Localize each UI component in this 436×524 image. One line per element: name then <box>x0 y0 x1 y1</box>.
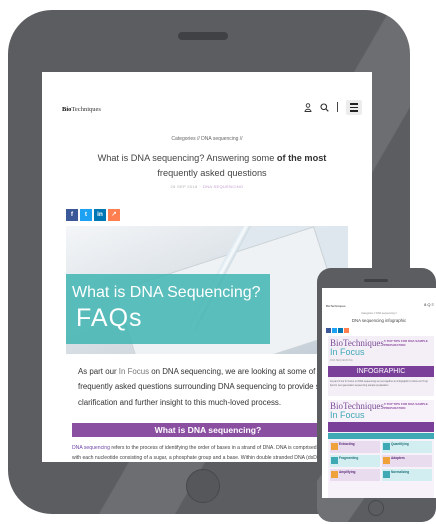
intro-highlight: In Focus <box>118 367 150 376</box>
phone-breadcrumb[interactable]: Categories // DNA sequencing // <box>322 312 436 315</box>
title-bold: of the most <box>276 153 327 163</box>
tip-block: Quantifying <box>382 441 432 453</box>
share-icon[interactable]: ↗ <box>108 209 120 221</box>
header-divider <box>337 102 338 113</box>
article-title: What is DNA sequencing? Answering some o… <box>82 151 342 181</box>
site-logo[interactable]: BioTechniques <box>62 106 101 113</box>
tip-icon <box>331 457 338 464</box>
hero-image: What is DNA Sequencing? FAQs <box>66 226 348 354</box>
hero-title: What is DNA Sequencing? <box>72 284 261 301</box>
hero-subtitle: FAQs <box>76 304 143 332</box>
infographic2-subtitle: 5 TOP TIPS FOR DNA SAMPLE PREPARATION <box>384 402 428 410</box>
article-tag[interactable]: DNA SEQUENCING <box>203 184 243 189</box>
infographic-body: BioTechniques In Focus 5 TOP TIPS FOR DN… <box>328 400 434 498</box>
infographic-subtitle: 5 TOP TIPS FOR DNA SAMPLE PREPARATION <box>384 339 428 347</box>
body-paragraph: DNA sequencing refers to the process of … <box>72 443 352 462</box>
section-heading: What is DNA sequencing? <box>72 423 344 437</box>
tip-block: Extracting <box>330 441 380 453</box>
infographic-tip-grid: Extracting Quantifying Fragmenting Adapt… <box>330 441 432 481</box>
article-meta: 26 SEP 2018 · DNA SEQUENCING <box>170 184 244 189</box>
body-text: refers to the process of identifying the… <box>72 445 351 462</box>
phone-site-logo[interactable]: BioTechniques <box>326 304 346 308</box>
account-icon[interactable] <box>304 103 312 112</box>
tip-label: Fragmenting <box>339 456 359 460</box>
tip-label: Amplifying <box>339 470 356 474</box>
tip-block: Adapters <box>382 455 432 467</box>
tip-block: Fragmenting <box>330 455 380 467</box>
phone-share-buttons <box>326 328 349 333</box>
tip-icon <box>383 443 390 450</box>
tip-icon <box>383 457 390 464</box>
title-line2: frequently asked questions <box>157 168 267 178</box>
article-date: 26 SEP 2018 <box>170 184 198 189</box>
tip-block: Normalizing <box>382 469 432 481</box>
infographic2-purple-strip <box>328 422 434 432</box>
dna-sequencing-link[interactable]: DNA sequencing <box>72 445 110 451</box>
header-icons <box>304 100 362 115</box>
linkedin-share-icon[interactable]: in <box>94 209 106 221</box>
hamburger-menu-icon[interactable] <box>346 100 362 115</box>
logo-rest: Techniques <box>71 106 101 113</box>
logo-bold: Bio <box>62 106 72 113</box>
tip-icon <box>331 471 338 478</box>
intro-part-1: As part our <box>78 367 119 376</box>
infographic-text: As part of our In Focus on DNA sequencin… <box>330 380 428 387</box>
phone-screen: BioTechniques 8 Q ≡ Categories // DNA se… <box>322 288 436 498</box>
tip-label: Extracting <box>339 442 355 446</box>
twitter-share-icon[interactable]: t <box>80 209 92 221</box>
tip-label: Adapters <box>391 456 405 460</box>
infographic2-in-focus: In Focus <box>330 410 365 420</box>
phone-facebook-icon[interactable] <box>326 328 331 333</box>
phone-share-icon[interactable] <box>344 328 349 333</box>
tip-icon <box>383 471 390 478</box>
breadcrumb[interactable]: Categories // DNA sequencing // <box>42 136 372 142</box>
phone-home-button <box>368 500 384 516</box>
tip-block: Amplifying <box>330 469 380 481</box>
infographic-banner: INFOGRAPHIC <box>328 366 434 377</box>
phone-article-title: DNA sequencing infographic <box>351 318 407 323</box>
infographic2-teal-strip <box>328 433 434 439</box>
tablet-home-button <box>186 469 220 503</box>
infographic-header: BioTechniques In Focus 5 TOP TIPS FOR DN… <box>328 336 434 396</box>
share-buttons: f t in ↗ <box>66 209 120 221</box>
tablet-camera <box>178 32 228 40</box>
phone-twitter-icon[interactable] <box>332 328 337 333</box>
search-icon[interactable] <box>320 103 329 112</box>
phone-header-icons[interactable]: 8 Q ≡ <box>424 302 434 307</box>
facebook-share-icon[interactable]: f <box>66 209 78 221</box>
tip-icon <box>331 443 338 450</box>
tip-label: Quantifying <box>391 442 409 446</box>
phone-speaker <box>364 279 388 282</box>
site-header: BioTechniques <box>42 72 372 116</box>
phone-device: BioTechniques 8 Q ≡ Categories // DNA se… <box>317 268 436 522</box>
infographic-in-focus: In Focus <box>330 347 365 357</box>
infographic-tag: DNA SEQUENCING <box>330 359 353 362</box>
phone-linkedin-icon[interactable] <box>338 328 343 333</box>
title-plain: What is DNA sequencing? Answering some <box>97 153 277 163</box>
tip-label: Normalizing <box>391 470 410 474</box>
